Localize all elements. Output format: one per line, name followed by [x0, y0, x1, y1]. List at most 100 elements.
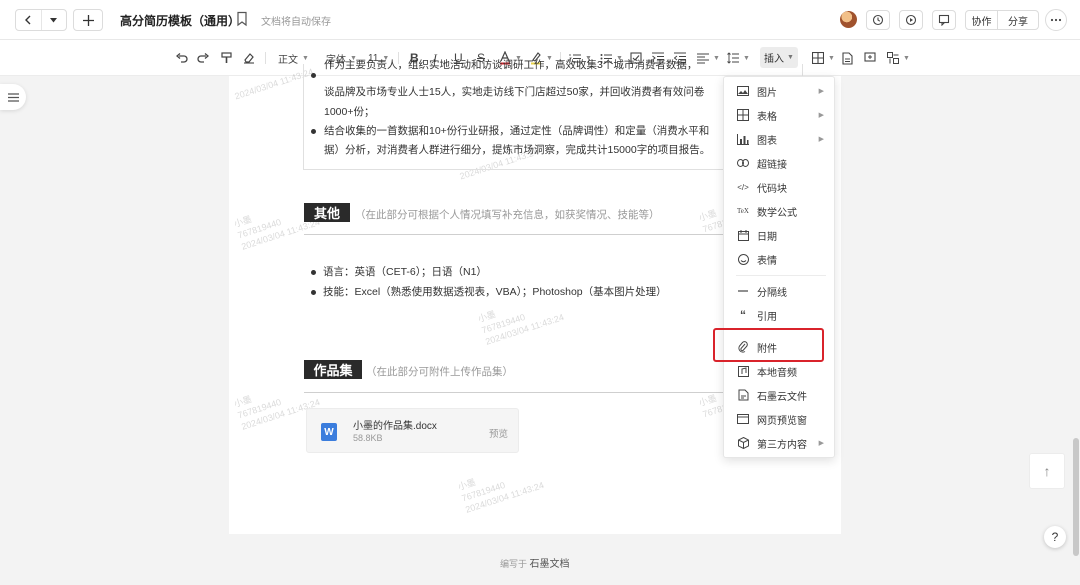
menu-item-hyperlink[interactable]: 超链接 — [724, 153, 836, 173]
footer-prefix: 编写于 — [500, 559, 528, 569]
cube-icon — [737, 437, 749, 449]
more-button[interactable] — [1045, 9, 1067, 31]
preview-button[interactable]: 预览 — [489, 426, 508, 440]
menu-item-webpage-preview[interactable]: 网页预览窗 — [724, 409, 836, 429]
menu-item-label: 石墨云文件 — [757, 391, 807, 403]
back-to-top-button[interactable]: ↑ — [1029, 453, 1065, 489]
menu-item-label: 本地音频 — [757, 367, 797, 379]
history-button[interactable] — [866, 10, 890, 30]
play-circle-icon — [905, 14, 917, 26]
table-icon — [737, 109, 749, 121]
experience-line[interactable]: 据）分析，对消费者人群进行细分，提炼市场洞察，完成共计15000字的项目报告。 — [324, 140, 710, 160]
grid-layout-icon — [812, 52, 824, 64]
menu-item-label: 表格 — [757, 111, 777, 123]
webpage-icon — [737, 413, 749, 425]
section-divider — [304, 234, 724, 235]
menu-item-label: 分隔线 — [757, 287, 787, 299]
outline-toggle-button[interactable] — [0, 84, 26, 110]
menu-item-divider-line[interactable]: 分隔线 — [724, 281, 836, 301]
toolbar-divider — [265, 52, 266, 64]
menu-item-image[interactable]: 图片 ▶ — [724, 81, 836, 101]
bookmark-icon[interactable] — [236, 11, 248, 27]
history-dropdown-button[interactable] — [40, 10, 67, 30]
menu-item-label: 第三方内容 — [757, 439, 807, 451]
experience-line[interactable]: 1000+份； — [324, 102, 375, 122]
skills-line[interactable]: 技能：Excel（熟悉使用数据透视表，VBA）；Photoshop（基本图片处理… — [323, 282, 667, 302]
menu-divider — [736, 275, 826, 276]
menu-item-table[interactable]: 表格 ▶ — [724, 105, 836, 125]
insert-label: 插入 — [764, 54, 785, 65]
calendar-icon — [737, 229, 749, 241]
history-icon — [872, 14, 884, 26]
experience-line[interactable]: 谈品牌及市场专业人士15人，实地走访线下门店超过50家，并回收消费者有效问卷 — [324, 82, 704, 102]
menu-item-chart[interactable]: 图表 ▶ — [724, 129, 836, 149]
menu-item-cloud-file[interactable]: 石墨云文件 — [724, 385, 836, 405]
cloud-file-icon — [737, 389, 749, 401]
insert-menu: 图片 ▶ 表格 ▶ 图表 ▶ 超链接 </> 代码块 TeX 数学公式 日期 表… — [723, 76, 835, 458]
collaborate-button[interactable]: 协作 — [965, 10, 998, 30]
back-button[interactable] — [16, 10, 41, 30]
code-icon: </> — [737, 182, 749, 192]
more-tools-button[interactable]: ▼ — [887, 50, 910, 66]
menu-item-quote[interactable]: “ 引用 — [724, 305, 836, 325]
chevron-right-icon: ▶ — [818, 136, 824, 143]
menu-item-date[interactable]: 日期 — [724, 225, 836, 245]
link-icon — [737, 157, 749, 169]
section-title-other[interactable]: 其他 — [304, 203, 350, 222]
quote-icon: “ — [740, 308, 746, 322]
menu-item-label: 图表 — [757, 135, 777, 147]
tools-icon — [887, 52, 899, 64]
autosave-status: 文档将自动保存 — [261, 17, 331, 28]
bullet-dot — [311, 290, 316, 295]
document-icon[interactable] — [842, 52, 853, 65]
scrollbar-thumb[interactable] — [1073, 438, 1079, 556]
chevron-right-icon: ▶ — [818, 88, 824, 95]
comment-button[interactable] — [932, 10, 956, 30]
document-title[interactable]: 高分简历模板（通用） — [120, 12, 240, 29]
help-icon: ? — [1051, 530, 1059, 544]
section-hint-other[interactable]: （在此部分可根据个人情况填写补充信息，如获奖情况、技能等） — [355, 207, 660, 222]
bullet-dot — [311, 270, 316, 275]
menu-item-label: 网页预览窗 — [757, 415, 807, 427]
menu-item-emoji[interactable]: 表情 — [724, 249, 836, 269]
comment-add-icon[interactable] — [864, 52, 876, 64]
menu-item-math-formula[interactable]: TeX 数学公式 — [724, 201, 836, 221]
menu-item-code-block[interactable]: </> 代码块 — [724, 177, 836, 197]
bullet-dot — [311, 73, 316, 78]
format-painter-icon[interactable] — [221, 52, 232, 64]
clear-format-icon[interactable] — [243, 52, 255, 64]
align-left-icon — [697, 52, 709, 64]
word-file-icon: W — [321, 423, 337, 441]
experience-line[interactable]: 作为主要负责人，组织实地活动和访谈调研工作，高效收集3个城市消费者数据， — [324, 59, 697, 71]
caret-down-icon: ▼ — [302, 54, 309, 62]
menu-item-label: 引用 — [757, 311, 777, 323]
menu-item-third-party[interactable]: 第三方内容 ▶ — [724, 433, 836, 453]
attachment-highlight-box — [713, 328, 824, 362]
help-button[interactable]: ? — [1044, 526, 1066, 548]
new-document-button[interactable] — [73, 9, 103, 31]
menu-item-label: 代码块 — [757, 183, 787, 195]
menu-item-local-audio[interactable]: 本地音频 — [724, 361, 836, 381]
menu-icon — [7, 92, 19, 102]
paragraph-style-label: 正文 — [278, 54, 298, 66]
menu-item-label: 数学公式 — [757, 207, 797, 219]
avatar[interactable] — [840, 11, 857, 28]
layout-button[interactable]: ▼ — [812, 50, 835, 66]
bullet-dot — [311, 129, 316, 134]
caret-down-icon: ▼ — [743, 54, 750, 62]
line-spacing-icon — [727, 52, 739, 64]
comment-icon — [938, 14, 950, 26]
section-title-portfolio[interactable]: 作品集 — [304, 360, 362, 379]
menu-item-label: 表情 — [757, 255, 777, 267]
footer-brand[interactable]: 石墨文档 — [530, 559, 570, 570]
undo-icon[interactable] — [176, 53, 188, 63]
language-line[interactable]: 语言：英语（CET-6）；日语（N1） — [323, 262, 487, 282]
section-hint-portfolio[interactable]: （在此部分可附件上传作品集） — [366, 364, 513, 379]
redo-icon[interactable] — [197, 53, 209, 63]
share-button[interactable]: 分享 — [997, 10, 1039, 30]
experience-line[interactable]: 结合收集的一首数据和10+份行业研报，通过定性（品牌调性）和定量（消费水平和 — [324, 121, 709, 141]
footer-credit: 编写于 石墨文档 — [500, 555, 570, 570]
present-button[interactable] — [899, 10, 923, 30]
attachment-card[interactable]: W 小墨的作品集.docx 58.8KB 预览 — [306, 408, 519, 453]
emoji-icon — [737, 253, 749, 265]
